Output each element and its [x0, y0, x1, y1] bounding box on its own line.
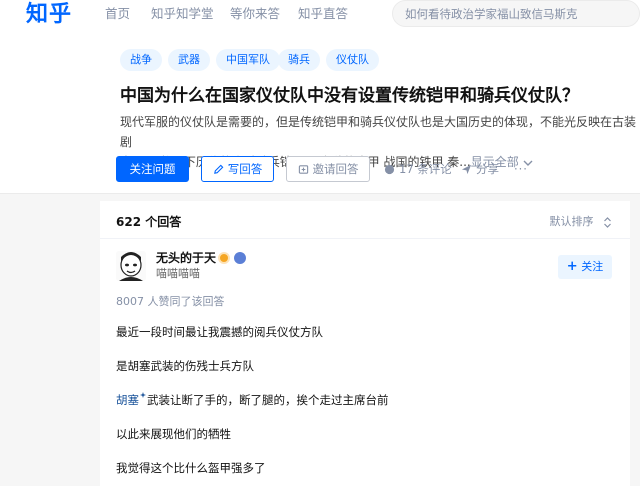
answers-header: 622 个回答 默认排序: [100, 201, 630, 239]
write-answer-label: 写回答: [227, 162, 263, 176]
answer-paragraph-3-text: 武装让断了手的，断了腿的，挨个走过主席台前: [147, 393, 389, 407]
comment-icon: [384, 164, 395, 175]
answers-card: 622 个回答 默认排序 无头的于天 喵喵喵喵 + 关注 8007 人赞同了该回…: [100, 201, 630, 486]
share-label: 分享: [476, 162, 499, 176]
answer-paragraph-4: 以此来展现他们的牺牲: [116, 427, 231, 441]
nav-zhida[interactable]: 知乎直答: [298, 6, 348, 22]
tag-honor-guard[interactable]: 仪仗队: [326, 49, 379, 71]
author-name[interactable]: 无头的于天: [156, 250, 216, 266]
plus-icon: +: [566, 259, 578, 274]
answer-count: 622 个回答: [116, 215, 182, 229]
follow-author-label: 关注: [581, 260, 604, 273]
upvote-count: 8007 人赞同了该回答: [116, 295, 225, 308]
invite-icon: [298, 165, 308, 174]
author-bio: 喵喵喵喵: [156, 267, 200, 280]
follow-author-button[interactable]: + 关注: [558, 255, 612, 279]
comments-label: 17 条评论: [399, 162, 452, 176]
more-options-button[interactable]: ···: [514, 161, 528, 177]
follow-question-button[interactable]: 关注问题: [116, 156, 189, 182]
invite-answer-label: 邀请回答: [312, 162, 359, 176]
top-nav: 知乎 首页 知乎知学堂 等你来答 知乎直答 如何看待政治学家福山致信马斯克: [0, 0, 640, 32]
write-answer-button[interactable]: 写回答: [201, 156, 274, 182]
share-button[interactable]: 分享: [461, 161, 499, 177]
share-icon: [461, 164, 472, 175]
tag-weapons[interactable]: 武器: [168, 49, 210, 71]
pencil-icon: [213, 164, 224, 174]
comments-button[interactable]: 17 条评论: [384, 161, 452, 177]
answer-paragraph-5: 我觉得这个比什么盔甲强多了: [116, 461, 266, 475]
answer-paragraph-2: 是胡塞武装的伤残士兵方队: [116, 359, 254, 373]
nav-home[interactable]: 首页: [105, 6, 130, 22]
tag-cavalry[interactable]: 骑兵: [278, 49, 320, 71]
sparkle-icon: [140, 392, 146, 398]
zhihu-logo[interactable]: 知乎: [26, 1, 72, 29]
answer-paragraph-1: 最近一段时间最让我震撼的阅兵仪仗方队: [116, 325, 323, 339]
answer-paragraph-3: 胡塞 武装让断了手的，断了腿的，挨个走过主席台前: [116, 392, 389, 408]
search-input[interactable]: 如何看待政治学家福山致信马斯克: [392, 0, 640, 27]
question-header: 战争 武器 中国军队 骑兵 仪仗队 中国为什么在国家仪仗队中没有设置传统铠甲和骑…: [0, 32, 640, 194]
verified-gear-icon: [234, 252, 246, 264]
nav-waiting-answers[interactable]: 等你来答: [230, 6, 280, 22]
sort-arrows-icon: [604, 216, 611, 228]
search-placeholder: 如何看待政治学家福山致信马斯克: [405, 7, 578, 21]
invite-answer-button[interactable]: 邀请回答: [286, 156, 370, 182]
sort-label: 默认排序: [549, 215, 594, 228]
avatar[interactable]: [116, 251, 146, 281]
tag-chinese-army[interactable]: 中国军队: [216, 49, 280, 71]
keyword-link[interactable]: 胡塞: [116, 393, 139, 407]
sort-dropdown[interactable]: 默认排序: [550, 213, 613, 229]
description-line-1: 现代军服的仪仗队是需要的，但是传统铠甲和骑兵仪仗队也是大国历史的体现，不能光反映…: [120, 115, 637, 149]
avatar-image: [116, 251, 146, 281]
tag-war[interactable]: 战争: [120, 49, 162, 71]
nav-learning[interactable]: 知乎知学堂: [151, 6, 214, 22]
creator-badge-icon: [218, 252, 230, 264]
question-description: 现代军服的仪仗队是需要的，但是传统铠甲和骑兵仪仗队也是大国历史的体现，不能光反映…: [120, 112, 640, 172]
question-title[interactable]: 中国为什么在国家仪仗队中没有设置传统铠甲和骑兵仪仗队？: [120, 85, 579, 107]
